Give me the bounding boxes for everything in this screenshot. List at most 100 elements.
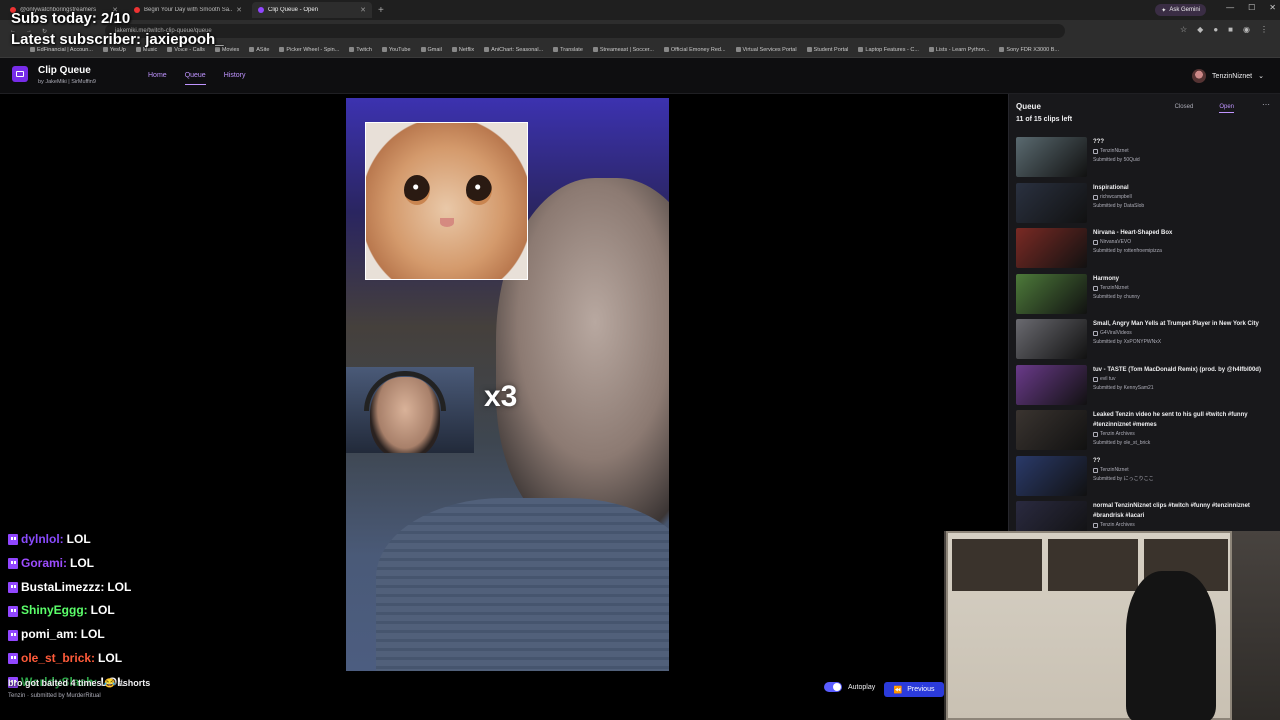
new-tab-icon[interactable]: + xyxy=(378,5,384,16)
cat-eye xyxy=(466,175,492,205)
chat-text: LOL xyxy=(98,650,123,665)
username: TenzinNiznet xyxy=(1212,72,1253,80)
bookmark-item[interactable]: AniChart: Seasonal... xyxy=(484,47,543,53)
clip-author-row: NirvanaVEVO xyxy=(1093,238,1275,247)
screen: @onlywatchboringstreamers ✕ Begin Your D… xyxy=(0,0,1280,720)
bookmark-favicon-icon xyxy=(349,47,355,52)
bookmark-item[interactable]: Streameast | Soccer... xyxy=(592,47,654,53)
browser-tab-active[interactable]: Clip Queue - Open ✕ xyxy=(252,2,372,18)
bookmark-star-icon[interactable]: ☆ xyxy=(1180,25,1187,34)
bookmark-item[interactable]: YouTube xyxy=(381,47,411,53)
queue-item[interactable]: Nirvana - Heart-Shaped Box NirvanaVEVO Sub… xyxy=(1016,226,1278,272)
bookmark-favicon-icon xyxy=(451,47,457,52)
clip-queue-logo-icon[interactable] xyxy=(12,66,28,82)
bookmark-label: Laptop Features - C... xyxy=(865,46,919,53)
bookmark-item[interactable]: Virtual Services Portal xyxy=(735,46,797,53)
previous-button[interactable]: ⏪ Previous xyxy=(884,682,944,697)
clip-meta: Small, Angry Man Yells at Trumpet Player… xyxy=(1093,319,1275,347)
clip-thumbnail[interactable] xyxy=(1016,273,1087,314)
close-tab-icon[interactable]: ✕ xyxy=(236,6,242,14)
bookmark-item[interactable]: Picker Wheel - Spin... xyxy=(279,47,339,53)
queue-list: ??? TenzinNiznet Submitted by 50Quid Inspir… xyxy=(1016,135,1278,532)
chat-text: LOL xyxy=(66,532,91,546)
queue-item[interactable]: Small, Angry Man Yells at Trumpet Player… xyxy=(1016,317,1278,363)
chat-username: Gorami: xyxy=(21,555,68,570)
queue-item[interactable]: Leaked Tenzin video he sent to his gull … xyxy=(1016,408,1278,454)
app-title: Clip Queue xyxy=(38,65,91,76)
extension-icon[interactable]: ■ xyxy=(1228,25,1233,34)
clip-meta: normal TenzinNiznet clips #twitch #funny… xyxy=(1093,501,1275,530)
queue-status-tabs: Closed Open xyxy=(1175,104,1234,113)
close-tab-icon[interactable]: ✕ xyxy=(360,6,366,14)
queue-item[interactable]: Inspirational richwcampbell Submitted by D… xyxy=(1016,181,1278,227)
nav-history[interactable]: History xyxy=(224,72,246,85)
bookmark-favicon-icon xyxy=(420,47,426,52)
clip-author-row: Tenzin Archives xyxy=(1093,430,1275,439)
clip-author-row: evil tuv xyxy=(1093,375,1275,384)
nav-queue[interactable]: Queue xyxy=(184,72,206,85)
browser-tab[interactable]: Begin Your Day with Smooth Sa... ✕ xyxy=(128,2,248,18)
bookmark-label: AniChart: Seasonal... xyxy=(491,46,544,53)
clip-thumbnail[interactable] xyxy=(1016,455,1087,496)
clip-thumbnail[interactable] xyxy=(1016,228,1087,268)
bookmark-item[interactable]: Gmail xyxy=(420,47,442,53)
subs-today-counter: Subs today: 2/10 xyxy=(11,10,131,27)
queue-item[interactable]: ?? TenzinNiznet Submitted by にっこりここ xyxy=(1016,454,1278,500)
bookmark-item[interactable]: Lists - Learn Python... xyxy=(928,46,990,53)
clip-thumbnail[interactable] xyxy=(1016,182,1087,223)
autoplay-toggle[interactable] xyxy=(824,682,842,692)
bookmark-item[interactable]: Student Portal xyxy=(806,47,848,53)
twitch-badge-icon xyxy=(8,629,18,641)
chat-message: ShinyEggg: LOL xyxy=(8,599,131,623)
queue-panel: Queue 11 of 15 clips left Closed Open ⋯ … xyxy=(1008,94,1280,532)
bookmark-favicon-icon xyxy=(249,47,255,52)
bookmark-label: Virtual Services Portal xyxy=(742,46,797,53)
channel-icon xyxy=(1093,240,1098,245)
ask-gemini-button[interactable]: ✦ Ask Gemini xyxy=(1155,4,1206,16)
queue-title: Queue xyxy=(1016,102,1041,111)
tab-closed[interactable]: Closed xyxy=(1175,104,1194,113)
extension-icon[interactable]: ● xyxy=(1213,25,1218,34)
bookmark-item[interactable]: Sony FDR X3000 B... xyxy=(999,47,1059,53)
channel-icon xyxy=(1093,149,1098,154)
close-window-icon[interactable]: ✕ xyxy=(1269,3,1276,12)
extension-icon[interactable]: ◆ xyxy=(1197,25,1203,34)
bookmark-item[interactable]: Laptop Features - C... xyxy=(858,47,919,53)
user-menu[interactable]: TenzinNiznet ⌄ xyxy=(1192,69,1264,83)
cat-eye xyxy=(404,175,430,205)
queue-item[interactable]: ??? TenzinNiznet Submitted by 50Quid xyxy=(1016,135,1278,181)
bookmark-label: Sony FDR X3000 B... xyxy=(1006,46,1059,53)
tab-open[interactable]: Open xyxy=(1219,104,1234,113)
clip-submitter: Submitted by にっこりここ xyxy=(1093,475,1154,482)
menu-icon[interactable]: ⋮ xyxy=(1260,25,1268,34)
profile-icon[interactable]: ◉ xyxy=(1243,25,1250,34)
clip-thumbnail[interactable] xyxy=(1016,137,1087,177)
queue-item[interactable]: Harmony TenzinNiznet Submitted by chunny xyxy=(1016,272,1278,318)
more-options-icon[interactable]: ⋯ xyxy=(1262,100,1270,109)
chat-text: LOL xyxy=(90,603,115,618)
chat-message: pomi_am: LOL xyxy=(8,623,131,647)
clip-thumbnail[interactable] xyxy=(1016,410,1087,450)
nav-home[interactable]: Home xyxy=(148,72,167,85)
bookmark-item[interactable]: ASite xyxy=(249,47,269,53)
bookmark-label: Lists - Learn Python... xyxy=(935,46,990,53)
clip-author: Tenzin Archives xyxy=(1100,522,1135,528)
toolbar-icons: ☆ ◆ ● ■ ◉ ⋮ xyxy=(1180,25,1268,34)
queue-item[interactable]: tuv - TASTE (Tom MacDonald Remix) (prod.… xyxy=(1016,363,1278,409)
bookmark-item[interactable]: Twitch xyxy=(349,47,372,53)
bookmark-item[interactable]: Official Emoney Red... xyxy=(663,47,726,53)
bookmark-item[interactable]: Translate xyxy=(553,47,583,53)
queue-item[interactable]: normal TenzinNiznet clips #twitch #funny… xyxy=(1016,499,1278,532)
url-input[interactable]: jakemiki.me/twitch-clip-queue/queue xyxy=(105,24,1066,38)
minimize-icon[interactable]: — xyxy=(1226,3,1234,12)
clip-thumbnail[interactable] xyxy=(1016,501,1087,532)
bookmark-favicon-icon xyxy=(279,47,285,52)
channel-icon xyxy=(1093,523,1098,528)
maximize-icon[interactable]: ☐ xyxy=(1248,3,1255,12)
bookmark-item[interactable]: Netflix xyxy=(451,47,474,53)
clip-title: tuv - TASTE (Tom MacDonald Remix) (prod.… xyxy=(1093,366,1261,373)
clip-thumbnail[interactable] xyxy=(1016,319,1087,359)
autoplay-control[interactable]: Autoplay xyxy=(824,682,875,692)
clip-thumbnail[interactable] xyxy=(1016,364,1087,405)
chat-message: ole_st_brick: LOL xyxy=(8,647,131,671)
